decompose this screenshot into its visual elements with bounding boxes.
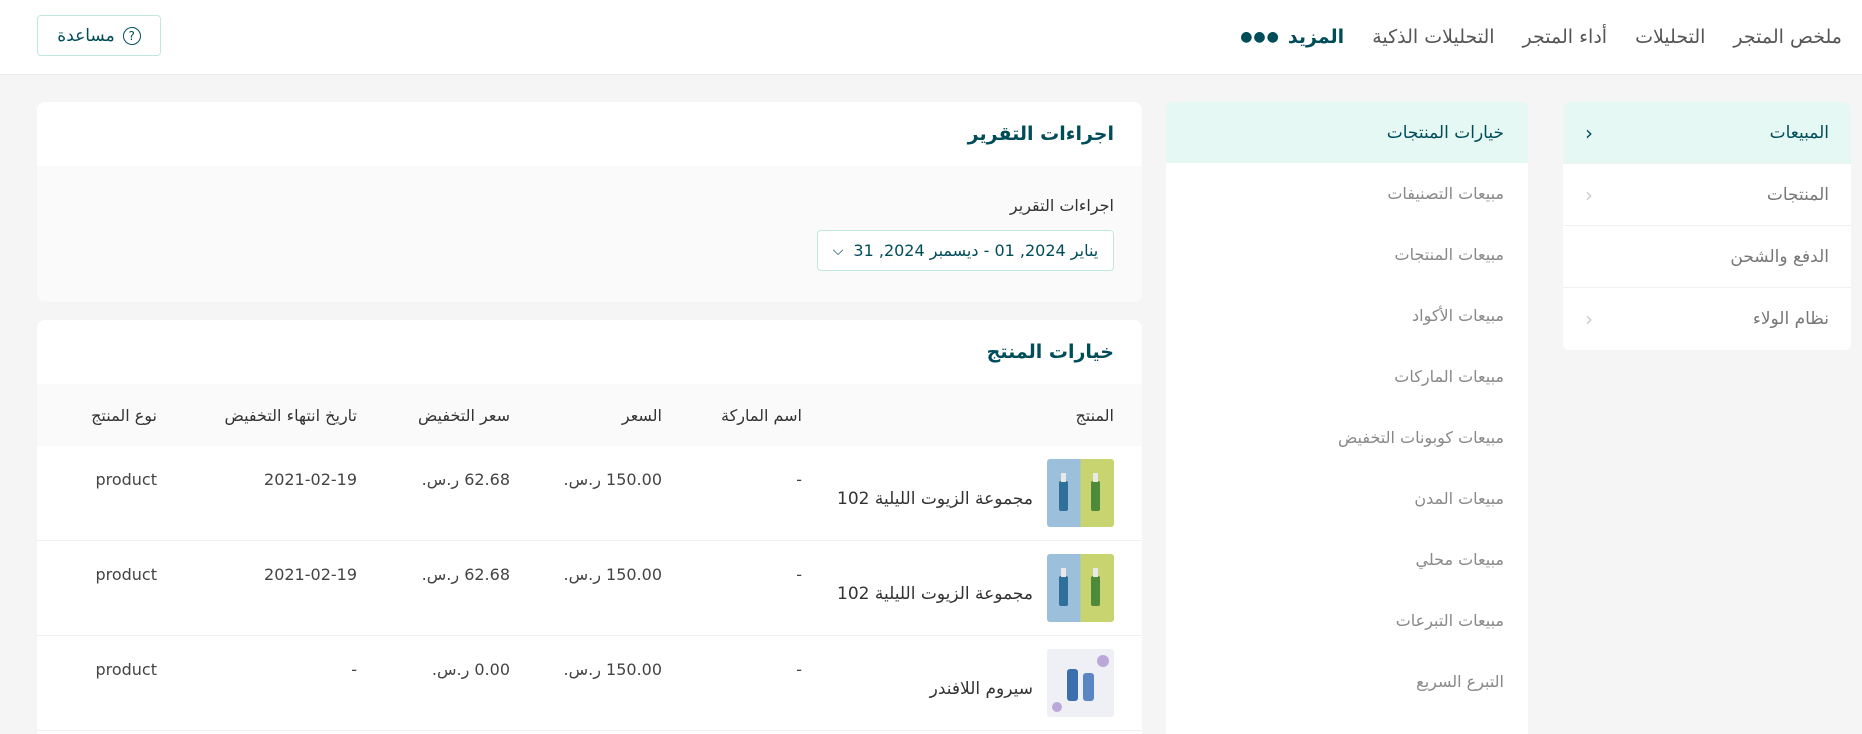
product-cell: مجموعة الزيوت الليلية 102: [812, 459, 1142, 527]
table-header: المنتج اسم الماركة السعر سعر التخفيض تار…: [37, 384, 1142, 446]
product-thumbnail: [1047, 554, 1114, 622]
product-cell: سيروم اللافندر: [812, 649, 1142, 717]
nav-store-performance[interactable]: أداء المتجر: [1523, 26, 1608, 48]
product-thumbnail: [1047, 649, 1114, 717]
submenu-item-quick-donation[interactable]: التبرع السريع: [1166, 651, 1528, 712]
sidebar-item-label: المبيعات: [1769, 122, 1829, 143]
submenu-item-product-options[interactable]: خيارات المنتجات: [1166, 102, 1528, 163]
date-range-value: يناير 2024, 01 - ديسمبر 2024, 31: [853, 241, 1099, 260]
chevron-left-icon: ‹: [1585, 120, 1593, 145]
discount-end-cell: 2021-02-19: [264, 470, 357, 489]
product-options-title: خيارات المنتج: [986, 341, 1114, 363]
report-actions-card: اجراءات التقرير اجراءات التقرير يناير 20…: [37, 102, 1142, 302]
product-name: مجموعة الزيوت الليلية 102: [837, 489, 1033, 509]
product-options-card: خيارات المنتج المنتج اسم الماركة السعر س…: [37, 320, 1142, 734]
top-nav: ملخص المتجر التحليلات أداء المتجر التحلي…: [1212, 0, 1842, 73]
discount-price-cell: 62.68 ر.س.: [421, 565, 510, 584]
brand-cell: -: [796, 660, 802, 679]
nav-more-label: المزيد: [1287, 25, 1345, 48]
sidebar-item-label: نظام الولاء: [1752, 309, 1829, 329]
price-cell: 150.00 ر.س.: [563, 660, 663, 679]
submenu-item-brand-sales[interactable]: مبيعات الماركات: [1166, 346, 1528, 407]
submenu-item-code-sales[interactable]: مبيعات الأكواد: [1166, 285, 1528, 346]
sidebar-item-label: الدفع والشحن: [1730, 246, 1829, 267]
help-button-label: مساعدة: [57, 25, 115, 46]
submenu-item-donation-sales[interactable]: مبيعات التبرعات: [1166, 590, 1528, 651]
type-cell: product: [95, 470, 157, 489]
sidebar-item-products[interactable]: المنتجات ‹: [1563, 164, 1851, 226]
nav-analytics[interactable]: التحليلات: [1635, 26, 1705, 48]
header-discount-price: سعر التخفيض: [417, 405, 510, 425]
header-discount-end: تاريخ انتهاء التخفيض: [224, 405, 357, 425]
nav-more[interactable]: المزيد ●●●: [1240, 26, 1344, 48]
table-row[interactable]: مجموعة الزيوت الليلية 102 - 150.00 ر.س. …: [37, 541, 1142, 636]
product-thumbnail: [1047, 459, 1114, 527]
price-cell: 150.00 ر.س.: [563, 565, 663, 584]
submenu-item-coupon-sales[interactable]: مبيعات كوبونات التخفيض: [1166, 407, 1528, 468]
chevron-left-icon: ‹: [1585, 307, 1593, 331]
submenu-item-product-sales[interactable]: مبيعات المنتجات: [1166, 224, 1528, 285]
report-actions-label: اجراءات التقرير: [1009, 196, 1114, 215]
submenu-item-category-sales[interactable]: مبيعات التصنيفات: [1166, 163, 1528, 224]
more-dots-icon: ●●●: [1240, 28, 1280, 45]
product-name: سيروم اللافندر: [929, 679, 1033, 699]
header-price: السعر: [621, 405, 662, 425]
product-name: مجموعة الزيوت الليلية 102: [837, 584, 1033, 604]
chevron-left-icon: ‹: [1585, 182, 1593, 207]
table-row[interactable]: سيروم اللافندر - 150.00 ر.س. 0.00 ر.س. -…: [37, 636, 1142, 731]
chevron-down-icon: ⌵: [832, 242, 844, 259]
table-row[interactable]: مجموعة الزيوت الليلية 102 - 150.00 ر.س. …: [37, 446, 1142, 541]
submenu-item-local-sales[interactable]: مبيعات محلي: [1166, 529, 1528, 590]
date-range-select[interactable]: يناير 2024, 01 - ديسمبر 2024, 31 ⌵: [817, 230, 1114, 271]
discount-price-cell: 62.68 ر.س.: [421, 470, 510, 489]
header-type: نوع المنتج: [91, 405, 157, 425]
brand-cell: -: [796, 470, 802, 489]
brand-cell: -: [796, 565, 802, 584]
sidebar-item-loyalty[interactable]: نظام الولاء ‹: [1563, 288, 1851, 350]
submenu-panel: خيارات المنتجات مبيعات التصنيفات مبيعات …: [1166, 102, 1528, 734]
submenu-item-city-sales[interactable]: مبيعات المدن: [1166, 468, 1528, 529]
top-navbar: ملخص المتجر التحليلات أداء المتجر التحلي…: [0, 0, 1862, 75]
nav-smart-analytics[interactable]: التحليلات الذكية: [1372, 26, 1494, 48]
report-actions-body: اجراءات التقرير يناير 2024, 01 - ديسمبر …: [37, 166, 1142, 302]
discount-end-cell: -: [351, 660, 357, 679]
header-product: المنتج: [1075, 405, 1114, 425]
type-cell: product: [95, 660, 157, 679]
header-brand: اسم الماركة: [721, 405, 802, 425]
help-button[interactable]: ? مساعدة: [37, 15, 161, 56]
sidebar-menu: المبيعات ‹ المنتجات ‹ الدفع والشحن نظام …: [1563, 102, 1851, 350]
price-cell: 150.00 ر.س.: [563, 470, 663, 489]
sidebar-item-payment-shipping[interactable]: الدفع والشحن: [1563, 226, 1851, 288]
report-actions-title: اجراءات التقرير: [967, 123, 1114, 145]
nav-store-summary[interactable]: ملخص المتجر: [1733, 26, 1842, 48]
discount-end-cell: 2021-02-19: [264, 565, 357, 584]
question-circle-icon: ?: [122, 26, 141, 45]
discount-price-cell: 0.00 ر.س.: [431, 660, 510, 679]
sidebar-item-sales[interactable]: المبيعات ‹: [1563, 102, 1851, 164]
sidebar-item-label: المنتجات: [1766, 184, 1829, 205]
product-cell: مجموعة الزيوت الليلية 102: [812, 554, 1142, 622]
type-cell: product: [95, 565, 157, 584]
